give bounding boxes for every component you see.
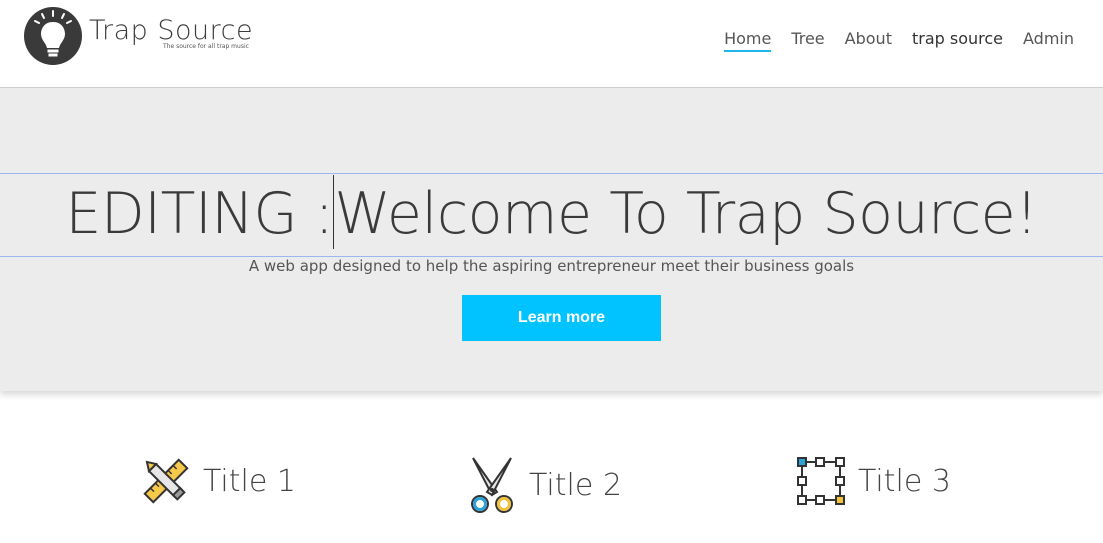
hero-subtitle: A web app designed to help the aspiring … [248, 257, 855, 275]
selection-box-icon [797, 457, 845, 505]
feature-2: Title 2 [467, 456, 622, 514]
hero-title[interactable]: EDITING :Welcome To Trap Source! [0, 175, 1103, 249]
ruler-pencil-icon [143, 458, 189, 504]
nav-tree[interactable]: Tree [791, 29, 824, 52]
learn-more-button[interactable]: Learn more [462, 295, 661, 341]
lightbulb-icon [24, 7, 82, 65]
feature-1-title: Title 1 [203, 463, 296, 499]
main-nav: Home Tree About trap source Admin [724, 29, 1074, 52]
nav-trap-source[interactable]: trap source [912, 29, 1003, 52]
hero-section: EDITING :Welcome To Trap Source! A web a… [0, 88, 1103, 391]
feature-3-title: Title 3 [858, 463, 951, 499]
feature-2-title: Title 2 [529, 467, 622, 503]
nav-admin[interactable]: Admin [1023, 29, 1074, 52]
feature-3: Title 3 [796, 456, 951, 506]
nav-home[interactable]: Home [724, 29, 772, 52]
scissors-icon [471, 457, 513, 513]
features-section: Title 1 Title 2 Title 3 [0, 440, 1103, 543]
site-logo[interactable]: Trap Source The source for all trap musi… [24, 7, 253, 65]
nav-about[interactable]: About [845, 29, 892, 52]
logo-tagline: The source for all trap music [163, 43, 249, 50]
editing-prefix: EDITING : [65, 181, 334, 247]
logo-name: Trap Source [89, 15, 254, 46]
hero-title-text[interactable]: Welcome To Trap Source! [334, 181, 1038, 247]
feature-1: Title 1 [141, 456, 296, 506]
site-header: Trap Source The source for all trap musi… [0, 0, 1103, 88]
